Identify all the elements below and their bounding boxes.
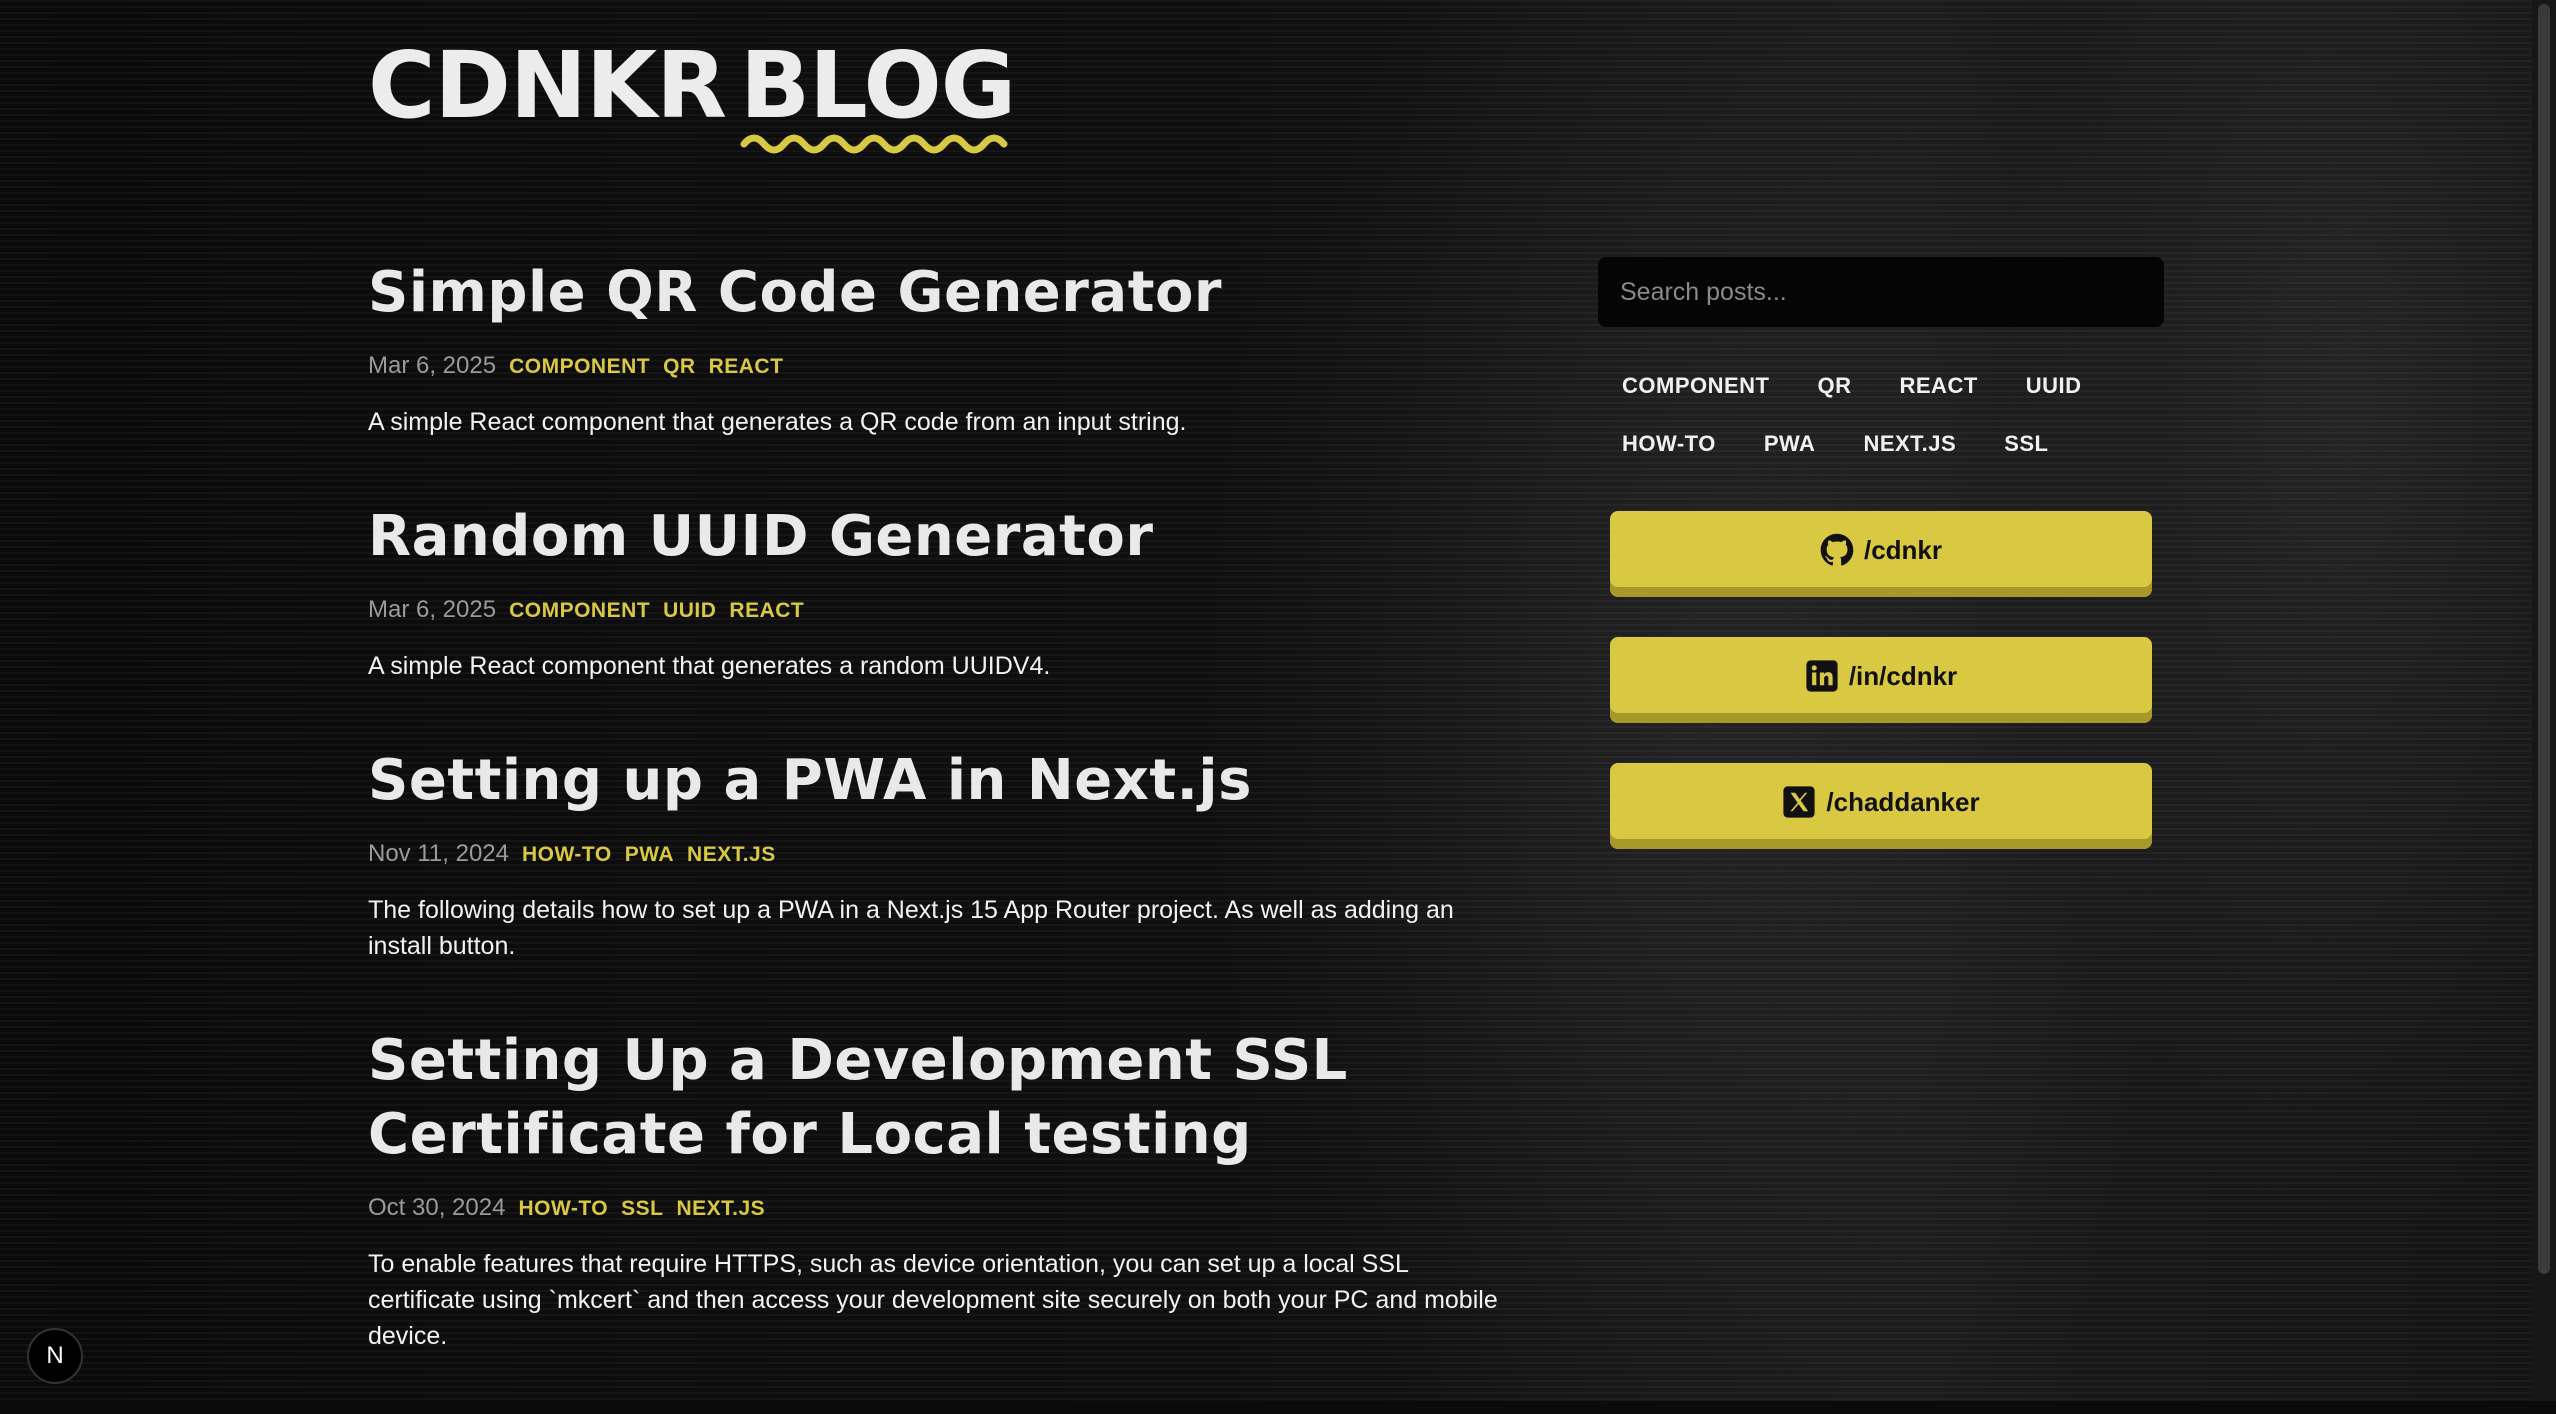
post-tag[interactable]: QR	[663, 355, 696, 379]
social-links: /cdnkr /in/cdnkr /chaddanker	[1610, 511, 2164, 849]
post-date: Nov 11, 2024	[368, 840, 509, 867]
post-meta: Nov 11, 2024 HOW-TO PWA NEXT.JS	[368, 840, 1518, 868]
nextjs-dev-badge-icon[interactable]: N	[27, 1328, 83, 1384]
x-link-button[interactable]: /chaddanker	[1610, 763, 2152, 849]
logo-blog-label: BLOG	[740, 32, 1016, 139]
tag-filter-qr[interactable]: QR	[1794, 357, 1876, 415]
post-title[interactable]: Setting up a PWA in Next.js	[368, 744, 1518, 818]
post-title[interactable]: Random UUID Generator	[368, 500, 1518, 574]
sidebar: COMPONENT QR REACT UUID HOW-TO PWA NEXT.…	[1598, 257, 2164, 889]
post-title[interactable]: Setting Up a Development SSL Certificate…	[368, 1024, 1518, 1172]
github-link-button[interactable]: /cdnkr	[1610, 511, 2152, 597]
github-icon	[1820, 533, 1854, 566]
x-link-label: /chaddanker	[1826, 786, 1980, 817]
post-meta: Oct 30, 2024 HOW-TO SSL NEXT.JS	[368, 1194, 1518, 1222]
post-list: Simple QR Code Generator Mar 6, 2025 COM…	[368, 256, 1518, 1414]
post-date: Mar 6, 2025	[368, 352, 497, 379]
post-tag[interactable]: HOW-TO	[522, 843, 612, 867]
tag-filter-how-to[interactable]: HOW-TO	[1598, 415, 1740, 473]
squiggle-underline-icon	[740, 134, 1008, 154]
post-item: Setting Up a Development SSL Certificate…	[368, 1024, 1518, 1354]
post-meta: Mar 6, 2025 COMPONENT QR REACT	[368, 352, 1518, 380]
tag-filter-component[interactable]: COMPONENT	[1598, 357, 1794, 415]
post-meta: Mar 6, 2025 COMPONENT UUID REACT	[368, 596, 1518, 624]
scrollbar-thumb[interactable]	[2538, 4, 2550, 1274]
post-tag[interactable]: PWA	[625, 843, 674, 867]
linkedin-icon	[1806, 660, 1838, 692]
logo-text-blog: BLOG	[740, 40, 1016, 154]
tag-filter-list: COMPONENT QR REACT UUID HOW-TO PWA NEXT.…	[1598, 357, 2158, 473]
post-tag[interactable]: NEXT.JS	[687, 843, 776, 867]
post-date: Oct 30, 2024	[368, 1194, 506, 1221]
tag-filter-nextjs[interactable]: NEXT.JS	[1839, 415, 1980, 473]
post-item: Setting up a PWA in Next.js Nov 11, 2024…	[368, 744, 1518, 964]
post-tag[interactable]: HOW-TO	[518, 1197, 608, 1221]
nextjs-badge-letter: N	[46, 1342, 64, 1369]
tag-filter-uuid[interactable]: UUID	[2002, 357, 2106, 415]
post-item: Random UUID Generator Mar 6, 2025 COMPON…	[368, 500, 1518, 684]
logo-text-cdnkr: CDNKR	[368, 32, 727, 139]
post-tag[interactable]: REACT	[709, 355, 784, 379]
post-excerpt: A simple React component that generates …	[368, 408, 1187, 436]
site-logo[interactable]: CDNKR BLOG	[368, 40, 1016, 154]
tag-filter-ssl[interactable]: SSL	[1980, 415, 2072, 473]
post-date: Mar 6, 2025	[368, 596, 497, 623]
post-tag[interactable]: UUID	[663, 599, 716, 623]
tag-filter-pwa[interactable]: PWA	[1740, 415, 1840, 473]
linkedin-link-button[interactable]: /in/cdnkr	[1610, 637, 2152, 723]
post-tag[interactable]: REACT	[729, 599, 804, 623]
search-input[interactable]	[1598, 257, 2164, 327]
linkedin-link-label: /in/cdnkr	[1848, 660, 1958, 691]
post-excerpt: The following details how to set up a PW…	[368, 896, 1454, 960]
post-title[interactable]: Simple QR Code Generator	[368, 256, 1518, 330]
post-tag[interactable]: COMPONENT	[509, 599, 650, 623]
post-excerpt: A simple React component that generates …	[368, 652, 1051, 680]
x-icon	[1783, 786, 1815, 818]
post-tag[interactable]: SSL	[621, 1197, 663, 1221]
post-item: Simple QR Code Generator Mar 6, 2025 COM…	[368, 256, 1518, 440]
post-tag[interactable]: NEXT.JS	[676, 1197, 765, 1221]
post-tag[interactable]: COMPONENT	[509, 355, 650, 379]
post-excerpt: To enable features that require HTTPS, s…	[368, 1250, 1498, 1350]
github-link-label: /cdnkr	[1863, 534, 1943, 565]
page-scrollbar[interactable]	[2532, 0, 2556, 1401]
tag-filter-react[interactable]: REACT	[1876, 357, 2002, 415]
